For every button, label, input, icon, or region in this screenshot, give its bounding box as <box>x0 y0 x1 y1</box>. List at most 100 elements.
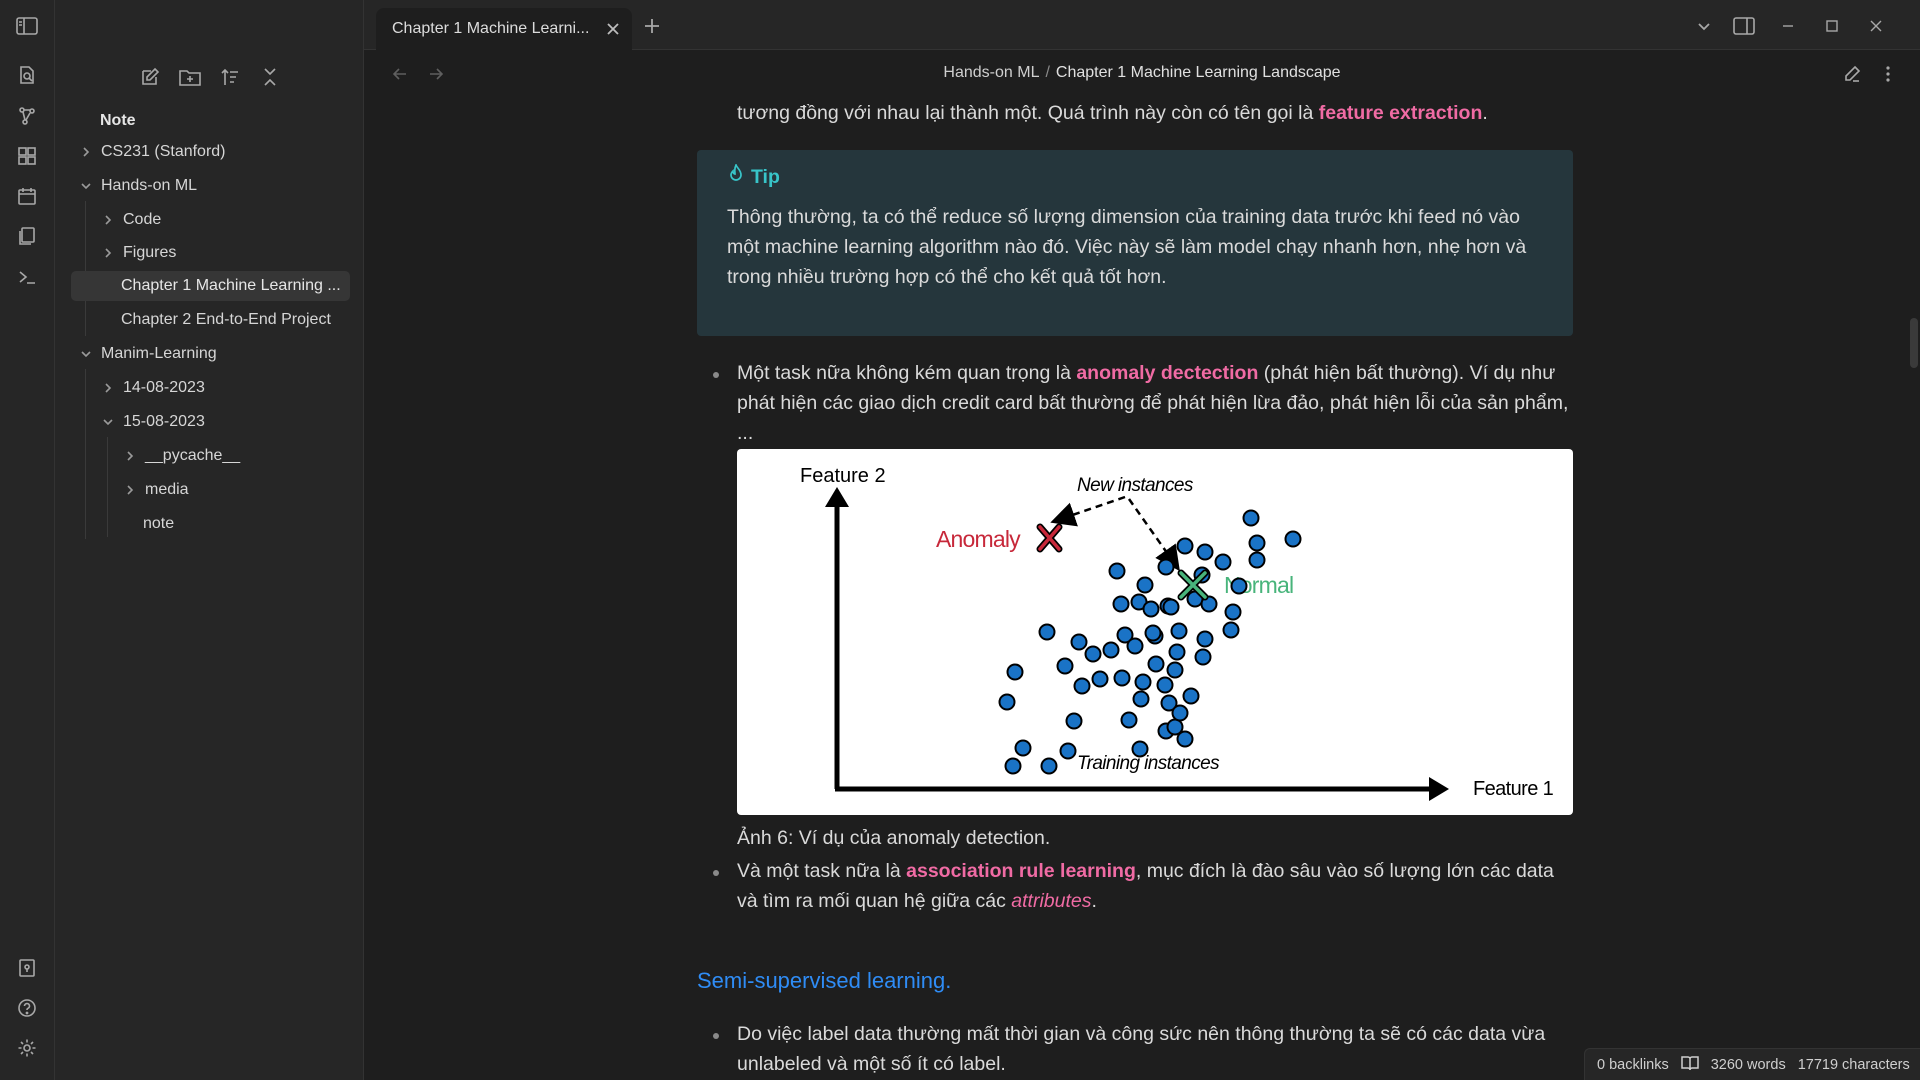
vault-root[interactable]: Note <box>100 106 350 136</box>
folder-figures[interactable]: Figures <box>99 238 339 268</box>
backlinks-count[interactable]: 0 backlinks <box>1597 1057 1669 1073</box>
folder-media[interactable]: media <box>121 475 341 505</box>
reading-view-book-icon[interactable] <box>1680 1055 1699 1075</box>
chevron-right-icon <box>99 211 117 229</box>
folder-manim-learning[interactable]: Manim-Learning <box>77 339 337 369</box>
terminal-icon[interactable] <box>16 266 38 288</box>
right-sidebar-toggle-icon[interactable] <box>1732 14 1756 38</box>
training-instance-dot <box>1102 641 1120 659</box>
edit-pencil-icon[interactable] <box>1840 62 1864 86</box>
vault-switcher-icon[interactable] <box>16 957 38 979</box>
callout-title[interactable]: Tip <box>727 162 780 190</box>
settings-gear-icon[interactable] <box>16 1037 38 1059</box>
folder-label: Hands-on ML <box>101 177 198 194</box>
file-chapter-2[interactable]: Chapter 2 End-to-End Project <box>121 305 351 335</box>
folder-15-08-2023[interactable]: 15-08-2023 <box>99 407 339 437</box>
open-quick-switcher-icon[interactable] <box>16 64 38 86</box>
training-instance-dot <box>1040 757 1058 775</box>
training-instance-dot <box>1147 655 1165 673</box>
training-instance-dot <box>1108 562 1126 580</box>
file-label: note <box>143 515 175 532</box>
chevron-down-icon <box>77 345 95 363</box>
training-instance-dot <box>1070 633 1088 651</box>
canvas-icon[interactable] <box>16 145 38 167</box>
bullet2-post: . <box>1091 890 1097 912</box>
training-instance-dot <box>1113 669 1131 687</box>
training-instance-dot <box>1222 621 1240 639</box>
folder-code[interactable]: Code <box>99 205 339 235</box>
file-chapter-1[interactable]: Chapter 1 Machine Learning ... <box>71 271 350 301</box>
callout-title-text: Tip <box>751 165 780 188</box>
training-instance-dot <box>1134 673 1152 691</box>
training-instance-dots <box>998 509 1302 775</box>
tree-guide-line <box>107 437 108 537</box>
training-instance-dot <box>1242 509 1260 527</box>
anomaly-x-marker <box>1036 523 1063 553</box>
more-options-icon[interactable] <box>1876 62 1900 86</box>
dashed-arrow-to-anomaly <box>1050 495 1126 527</box>
training-instance-dot <box>1166 661 1184 679</box>
folder-label: Figures <box>123 244 177 261</box>
training-instance-dot <box>1171 704 1189 722</box>
training-instance-dot <box>998 693 1016 711</box>
maximize-icon[interactable] <box>1820 14 1844 38</box>
sort-icon[interactable] <box>215 62 245 92</box>
highlight-association-rule-learning: association rule learning <box>906 860 1136 882</box>
chevron-right-icon <box>121 481 139 499</box>
training-instance-dot <box>1144 624 1162 642</box>
tab-chapter-1[interactable]: Chapter 1 Machine Learni... <box>376 8 632 50</box>
training-instance-dot <box>1157 558 1175 576</box>
chevron-right-icon <box>121 447 139 465</box>
training-instance-dot <box>1126 637 1144 655</box>
folder-14-08-2023[interactable]: 14-08-2023 <box>99 373 339 403</box>
folder-pycache[interactable]: __pycache__ <box>121 441 341 471</box>
window-close-icon[interactable] <box>1864 14 1888 38</box>
training-instance-dot <box>1038 623 1056 641</box>
bullet-association-rule: Và một task nữa là association rule lear… <box>737 856 1577 916</box>
new-note-icon[interactable] <box>135 62 165 92</box>
editor-scrollbar[interactable] <box>1910 318 1918 368</box>
training-instance-dot <box>1284 530 1302 548</box>
training-instance-dot <box>1004 757 1022 775</box>
training-instance-dot <box>1084 645 1102 663</box>
close-icon[interactable] <box>604 20 622 38</box>
training-instance-dot <box>1248 534 1266 552</box>
training-instance-dot <box>1194 648 1212 666</box>
intro-tail: . <box>1482 102 1488 124</box>
tip-callout: Tip Thông thường, ta có thể reduce số lư… <box>697 150 1573 336</box>
file-note[interactable]: note <box>143 509 343 539</box>
bullet-anomaly-detection: Một task nữa không kém quan trọng là ano… <box>737 358 1577 448</box>
folder-label: __pycache__ <box>145 447 241 464</box>
bullet2-pre: Và một task nữa là <box>737 860 907 882</box>
calendar-icon[interactable] <box>16 185 38 207</box>
tab-list-chevron-down-icon[interactable] <box>1692 14 1716 38</box>
anomaly-detection-figure: Feature 2 Feature 1 New instances Traini… <box>737 449 1573 815</box>
help-icon[interactable] <box>16 997 38 1019</box>
training-instance-dot <box>1014 739 1032 757</box>
minimize-icon[interactable] <box>1776 14 1800 38</box>
file-explorer-actions <box>55 62 364 92</box>
dashed-arrow-to-normal <box>1127 498 1180 572</box>
collapse-all-icon[interactable] <box>255 62 285 92</box>
tree-guide-line <box>85 369 86 539</box>
chevron-right-icon <box>99 379 117 397</box>
breadcrumb-parent[interactable]: Hands-on ML <box>943 64 1039 81</box>
training-instance-dot <box>1056 657 1074 675</box>
new-folder-icon[interactable] <box>175 62 205 92</box>
templates-icon[interactable] <box>16 225 38 247</box>
bullet-dot <box>713 372 719 378</box>
training-instance-dot <box>1176 537 1194 555</box>
breadcrumb-current[interactable]: Chapter 1 Machine Learning Landscape <box>1056 64 1341 81</box>
folder-hands-on-ml[interactable]: Hands-on ML <box>77 171 337 201</box>
highlight-attributes: attributes <box>1011 890 1092 912</box>
file-label: Chapter 2 End-to-End Project <box>121 311 331 328</box>
folder-label: 15-08-2023 <box>123 413 205 430</box>
intro-text: tương đồng với nhau lại thành một. Quá t… <box>737 102 1319 124</box>
training-instance-dot <box>1091 670 1109 688</box>
graph-view-icon[interactable] <box>16 105 38 127</box>
character-count: 17719 characters <box>1797 1056 1910 1073</box>
folder-cs231[interactable]: CS231 (Stanford) <box>77 137 337 167</box>
new-tab-plus-icon[interactable] <box>640 14 664 38</box>
training-instance-dot <box>1136 576 1154 594</box>
sidebar-toggle-icon[interactable] <box>8 12 46 40</box>
